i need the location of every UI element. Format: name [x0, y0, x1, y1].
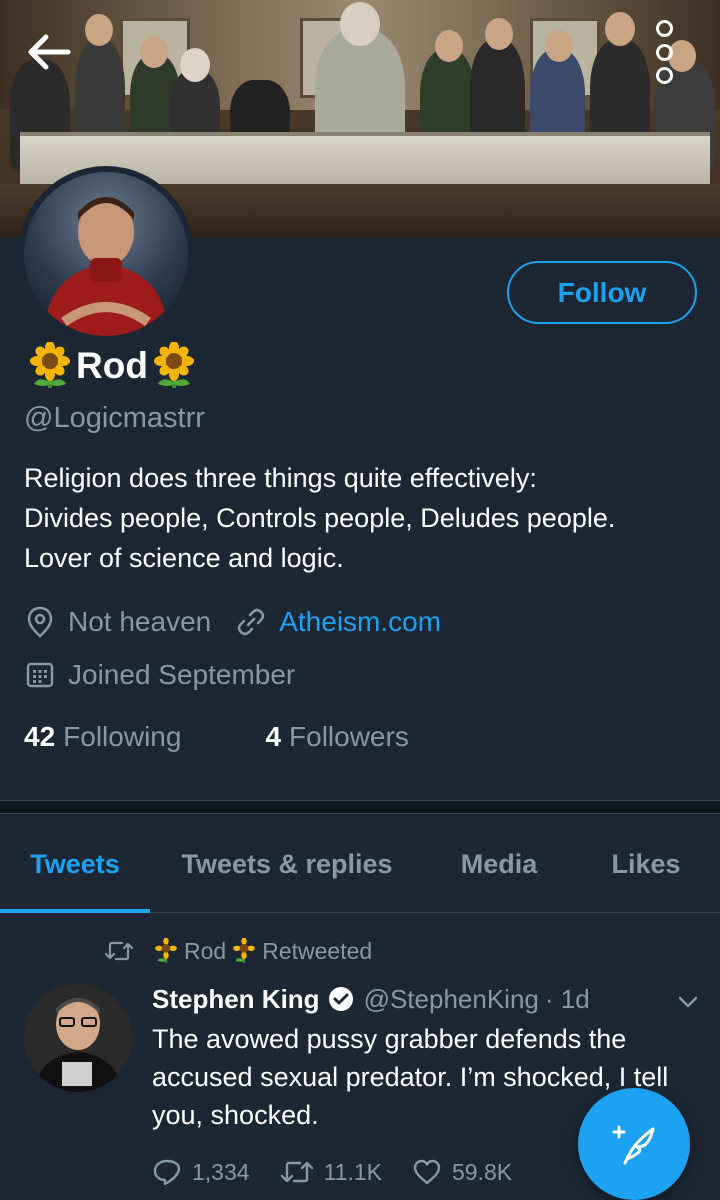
followers-label: Followers [289, 721, 409, 752]
back-button[interactable] [20, 28, 76, 76]
retweet-icon [280, 1161, 313, 1183]
link-icon [235, 606, 267, 638]
banner-face [435, 30, 463, 62]
more-options-button[interactable] [648, 20, 680, 84]
tweet-header: Stephen King @StephenKing · 1d [152, 980, 590, 1018]
retweet-context: Rod Retweeted [104, 932, 372, 970]
sunflower-icon [232, 938, 256, 964]
reply-button[interactable]: 1,334 [152, 1158, 250, 1186]
location-website-row: Not heaven Atheism.com [24, 602, 441, 642]
banner-face [85, 14, 113, 46]
avatar-image [24, 172, 188, 336]
tweet-author-name[interactable]: Stephen King [152, 984, 320, 1015]
reply-count: 1,334 [192, 1158, 250, 1185]
profile-location: Not heaven [68, 606, 212, 637]
like-button[interactable]: 59.8K [412, 1158, 512, 1186]
profile-joined-date: Joined September [68, 659, 296, 690]
following-count-link[interactable]: 42 Following [24, 721, 181, 753]
retweeted-by-name[interactable]: Rod [184, 938, 226, 965]
follow-counts: 42 Following 4 Followers [24, 717, 409, 757]
sunflower-icon [154, 938, 178, 964]
compose-feather-icon [612, 1125, 655, 1165]
like-count: 59.8K [451, 1158, 513, 1185]
retweet-button[interactable]: 11.1K [280, 1159, 382, 1186]
banner-face [605, 12, 635, 46]
more-vertical-icon [655, 20, 673, 37]
arrow-left-icon [28, 34, 71, 70]
section-divider [0, 800, 720, 814]
tab-likes[interactable]: Likes [590, 815, 702, 913]
more-vertical-icon [655, 67, 673, 84]
profile-handle: @Logicmastrr [24, 402, 205, 434]
tab-tweets-replies[interactable]: Tweets & replies [160, 815, 414, 913]
tweet-author-avatar[interactable] [24, 984, 132, 1092]
banner-face [180, 48, 210, 82]
following-count: 42 [24, 721, 56, 752]
tweet-author-handle: @StephenKing [363, 983, 539, 1014]
follow-button[interactable]: Follow [507, 261, 697, 324]
retweeted-label: Retweeted [262, 937, 373, 964]
more-vertical-icon [655, 43, 673, 61]
display-name-row: Rod [28, 340, 196, 392]
retweet-count: 11.1K [323, 1158, 382, 1185]
calendar-icon [24, 659, 56, 691]
profile-tabs: Tweets Tweets & replies Media Likes [0, 815, 720, 913]
reply-icon [153, 1159, 181, 1186]
chevron-down-icon [678, 996, 698, 1008]
sunflower-icon [28, 342, 72, 390]
followers-count-link[interactable]: 4 Followers [265, 721, 408, 753]
tweet-timestamp: · 1d [544, 983, 590, 1014]
banner-face [140, 36, 168, 68]
followers-count: 4 [265, 721, 282, 752]
tweet-actions: 1,334 11.1K 59.8K [152, 1150, 542, 1194]
display-name: Rod [76, 345, 148, 386]
tweet-menu-button[interactable] [676, 990, 700, 1014]
retweet-icon [104, 940, 134, 962]
profile-website-link[interactable]: Atheism.com [279, 606, 441, 638]
location-pin-icon [24, 606, 56, 638]
banner-face [545, 30, 573, 62]
profile-bio: Religion does three things quite effecti… [24, 463, 616, 573]
compose-tweet-button[interactable] [578, 1088, 690, 1200]
joined-row: Joined September [24, 655, 295, 695]
verified-badge-icon [328, 986, 354, 1012]
tab-media[interactable]: Media [440, 815, 558, 913]
heart-icon [413, 1159, 441, 1185]
following-label: Following [63, 721, 182, 752]
tab-tweets[interactable]: Tweets [0, 815, 150, 913]
banner-face [485, 18, 513, 50]
sunflower-icon [152, 342, 196, 390]
banner-face [340, 2, 380, 46]
profile-avatar[interactable] [18, 166, 194, 342]
